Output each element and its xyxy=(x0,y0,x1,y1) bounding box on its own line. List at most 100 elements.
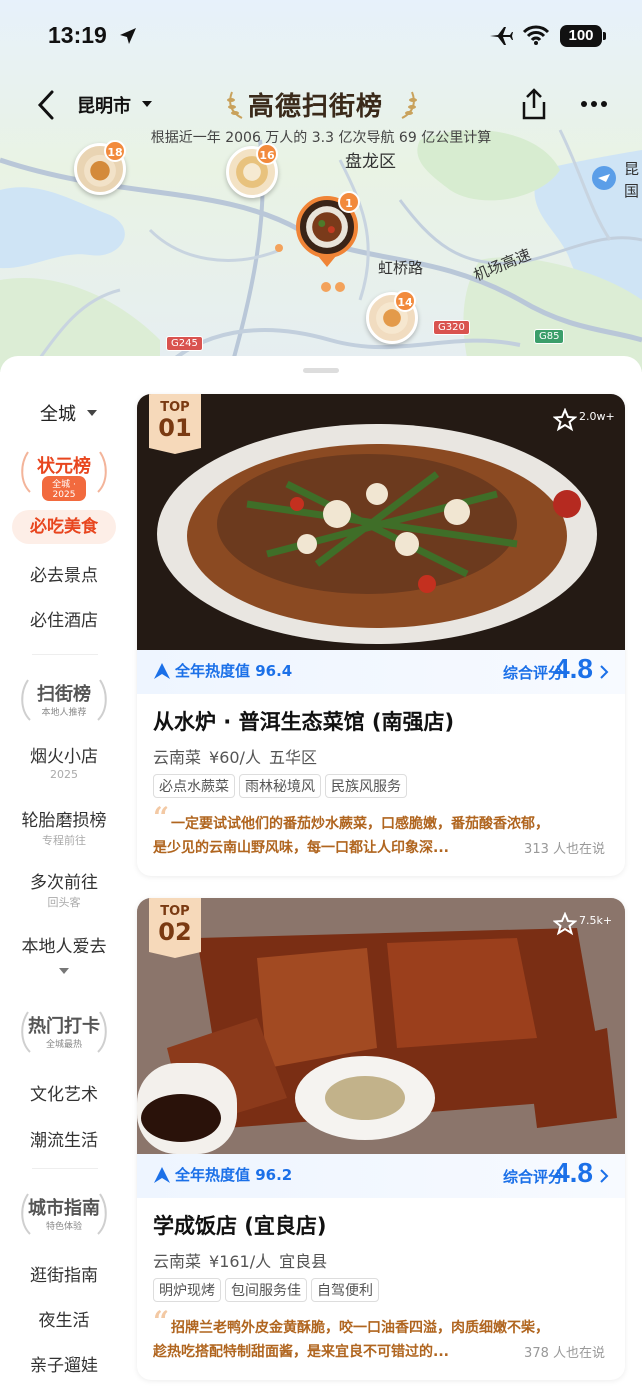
back-chevron-icon[interactable] xyxy=(34,88,60,122)
heat-value: 全年热度值 96.2 xyxy=(175,1166,293,1184)
map-label-road: 虹桥路 xyxy=(378,259,424,277)
rank-number: 02 xyxy=(158,918,192,946)
sidebar-item-must-visit[interactable]: 必去景点 xyxy=(0,561,128,586)
chevron-right-icon xyxy=(600,1169,609,1183)
review-line: 一定要试试他们的番茄炒水蕨菜，口感脆嫩，番茄酸香浓郁， xyxy=(171,816,549,832)
airplane-mode-icon xyxy=(490,27,513,45)
stir-fry-photo xyxy=(137,394,625,650)
sidebar-item-note: 回头客 xyxy=(47,896,81,909)
city-filter-caret-icon[interactable] xyxy=(87,410,97,416)
rank-ribbon: TOP 02 xyxy=(149,898,201,958)
brand-logo: 高德扫街榜 xyxy=(226,86,417,126)
sidebar-item-nightlife[interactable]: 夜生活 xyxy=(0,1306,128,1331)
also-talking-count: 378 人也在说 xyxy=(524,1346,605,1361)
favorite-count: 7.5k+ xyxy=(579,914,613,927)
more-options-icon[interactable] xyxy=(580,100,608,108)
city-caret-icon[interactable] xyxy=(142,101,152,107)
tag: 雨林秘境风 xyxy=(239,774,321,798)
section-badge-city-guide: 城市指南 特色体验 xyxy=(18,1190,110,1238)
restaurant-photo[interactable]: TOP 01 2.0w+ xyxy=(137,394,625,650)
heat-arrow-icon xyxy=(154,1167,170,1183)
sidebar-item-trend-life[interactable]: 潮流生活 xyxy=(0,1126,128,1151)
quote-icon: “ xyxy=(153,801,170,834)
restaurant-name[interactable]: 学成饭店 (宜良店) xyxy=(153,1210,327,1240)
sidebar-item-small-shops[interactable]: 烟火小店 xyxy=(0,742,128,767)
restaurant-meta: 云南菜 ¥60/人 五华区 xyxy=(153,744,325,768)
ranking-sheet: 全城 状元榜 全城 · 2025 必吃美食 必去景点 必住酒店 扫街榜 本地人推… xyxy=(0,356,642,1389)
map-label-district: 盘龙区 xyxy=(345,152,396,172)
restaurant-photo[interactable]: TOP 02 7.5k+ xyxy=(137,898,625,1154)
section-title: 城市指南 xyxy=(28,1198,100,1219)
map-pin-rank: 14 xyxy=(394,290,416,312)
restaurant-name[interactable]: 从水炉 · 普洱生态菜馆 (南强店) xyxy=(153,706,454,736)
section-badge-champion: 状元榜 全城 · 2025 xyxy=(18,448,110,501)
tag: 必点水蕨菜 xyxy=(153,774,235,798)
also-talking-count: 313 人也在说 xyxy=(524,842,605,857)
map-pin-rank: 18 xyxy=(104,140,126,162)
rank-prefix: TOP xyxy=(160,904,190,919)
map-label-edge-2: 国 xyxy=(624,182,640,200)
location-arrow-icon xyxy=(120,28,136,44)
heat-score-row[interactable]: 全年热度值 96.2 综合评分 4.8 xyxy=(137,1154,625,1198)
section-badge-hot-checkin: 热门打卡 全城最热 xyxy=(18,1008,110,1056)
favorite-button[interactable]: 2.0w+ xyxy=(553,408,615,434)
heat-value: 全年热度值 96.4 xyxy=(175,662,293,680)
status-bar: 13:19 100 xyxy=(0,18,642,54)
heat-arrow-icon xyxy=(154,663,170,679)
tag: 民族风服务 xyxy=(325,774,407,798)
district: 五华区 xyxy=(268,748,317,767)
sidebar-item-family[interactable]: 亲子遛娃 xyxy=(0,1351,128,1376)
favorite-button[interactable]: 7.5k+ xyxy=(553,912,613,938)
sidebar-item-note: 2025 xyxy=(50,768,78,781)
star-outline-icon xyxy=(553,408,577,432)
expand-caret-icon[interactable] xyxy=(59,968,69,974)
map-view[interactable]: 13:19 100 昆明市 高德扫街榜 根据近一年 2006 万人的 3.3 亿… xyxy=(0,0,642,372)
quote-icon: “ xyxy=(153,1305,170,1338)
sidebar-item-shopping-guide[interactable]: 逛街指南 xyxy=(0,1261,128,1286)
sidebar-item-must-stay[interactable]: 必住酒店 xyxy=(0,606,128,631)
city-selector[interactable]: 昆明市 xyxy=(77,92,131,118)
section-title: 热门打卡 xyxy=(28,1016,100,1037)
roast-duck-photo xyxy=(137,898,625,1154)
tag: 明炉现烤 xyxy=(153,1278,221,1302)
section-subtitle: 全城最热 xyxy=(45,1040,82,1050)
laurel-right-icon xyxy=(401,91,417,119)
sidebar-item-must-eat[interactable]: 必吃美食 xyxy=(12,510,116,544)
star-outline-icon xyxy=(553,912,577,936)
tag: 自驾便利 xyxy=(311,1278,379,1302)
restaurant-card[interactable]: TOP 01 2.0w+ 全年热度值 96.4 综合评分 4.8 从水炉 · 普… xyxy=(137,394,625,876)
divider xyxy=(32,1168,98,1169)
city-filter[interactable]: 全城 xyxy=(40,400,76,426)
sidebar-item-culture-art[interactable]: 文化艺术 xyxy=(0,1080,128,1105)
map-label-edge-1: 昆 xyxy=(624,160,640,178)
battery-tip xyxy=(603,32,606,40)
share-icon[interactable] xyxy=(518,88,550,122)
laurel-left-icon xyxy=(227,91,243,119)
divider xyxy=(32,654,98,655)
brand-title: 高德扫街榜 xyxy=(248,92,384,122)
restaurant-card[interactable]: TOP 02 7.5k+ 全年热度值 96.2 综合评分 4.8 学成饭店 (宜… xyxy=(137,898,625,1380)
restaurant-meta: 云南菜 ¥161/人 宜良县 xyxy=(153,1248,335,1272)
tag: 包间服务佳 xyxy=(225,1278,307,1302)
road-badge-g320: G320 xyxy=(433,320,470,335)
review-line: 趁热吃搭配特制甜面酱，是来宜良不可错过的... xyxy=(153,1344,449,1360)
status-time: 13:19 xyxy=(48,22,107,48)
nav-bar: 昆明市 高德扫街榜 xyxy=(0,80,642,130)
sidebar-item-local-favorites[interactable]: 本地人爱去 xyxy=(0,932,128,957)
heat-score-row[interactable]: 全年热度值 96.4 综合评分 4.8 xyxy=(137,650,625,694)
sheet-drag-handle[interactable] xyxy=(303,368,339,373)
section-subtitle: 全城 · 2025 xyxy=(42,476,86,501)
pin-pointer-icon xyxy=(318,256,336,267)
price: ¥161/人 xyxy=(209,1252,272,1271)
sidebar-item-repeat-visits[interactable]: 多次前往 xyxy=(0,868,128,893)
tag-list: 必点水蕨菜 雨林秘境风 民族风服务 xyxy=(153,774,411,798)
review-line: 招牌兰老鸭外皮金黄酥脆，咬一口油香四溢，肉质细嫩不柴， xyxy=(171,1320,549,1336)
road-badge-g85: G85 xyxy=(534,329,565,344)
sidebar-item-tire-wear[interactable]: 轮胎磨损榜 xyxy=(0,806,128,831)
rank-number: 01 xyxy=(158,414,192,442)
section-badge-street: 扫街榜 本地人推荐 xyxy=(18,676,110,724)
battery-indicator: 100 xyxy=(560,25,602,47)
wifi-icon xyxy=(522,25,550,45)
review-line: 是少见的云南山野风味，每一口都让人印象深... xyxy=(153,840,449,856)
favorite-count: 2.0w+ xyxy=(579,410,615,423)
